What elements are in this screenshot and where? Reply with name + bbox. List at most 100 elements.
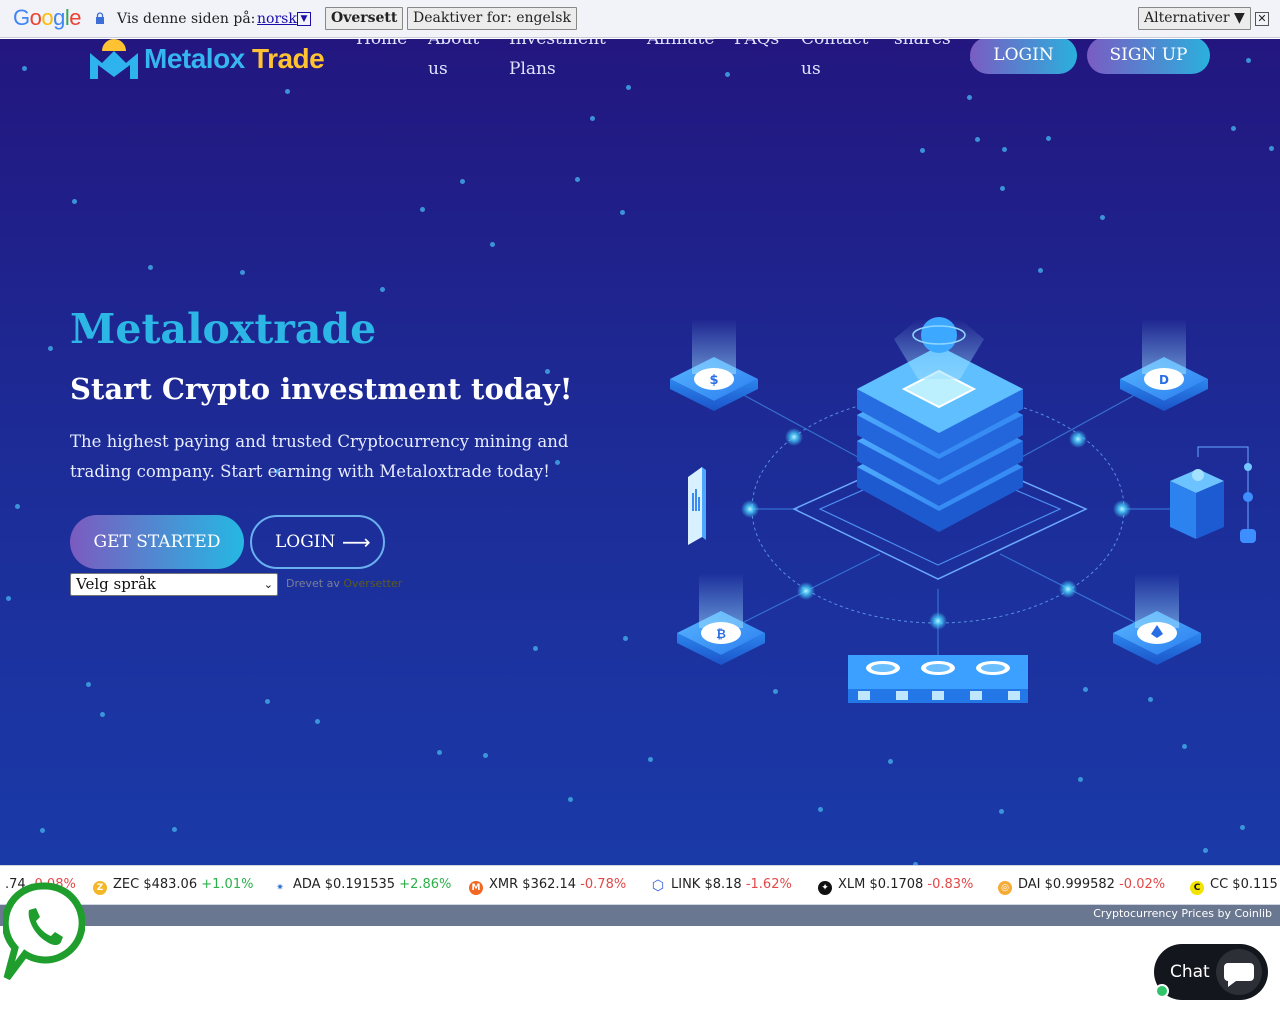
nav-shares[interactable]: shares — [894, 39, 951, 54]
star-decoration — [148, 265, 153, 270]
star-decoration — [48, 346, 53, 351]
star-decoration — [888, 759, 893, 764]
star-decoration — [437, 750, 442, 755]
star-decoration — [1038, 268, 1043, 273]
dash-tile-icon: D — [1120, 319, 1208, 411]
nav-contact[interactable]: Contact us — [801, 39, 869, 84]
logo-text-1: Metalox — [144, 43, 245, 74]
star-decoration — [72, 199, 77, 204]
ticker-credit-link[interactable]: Cryptocurrency Prices by Coinlib — [0, 905, 1280, 926]
star-decoration — [15, 504, 20, 509]
star-decoration — [1246, 58, 1251, 63]
arrow-right-icon: ⟶ — [342, 530, 371, 554]
dollar-tile-icon: $ — [670, 319, 758, 411]
star-decoration — [265, 699, 270, 704]
header-login-button[interactable]: LOGIN — [970, 39, 1077, 74]
star-decoration — [1078, 777, 1083, 782]
star-decoration — [575, 177, 580, 182]
cc-coin-icon: C — [1190, 881, 1204, 895]
ticker-item-link[interactable]: ⬡ LINK $8.18 -1.62% — [651, 877, 792, 893]
star-decoration — [40, 828, 45, 833]
phone-chart-icon — [688, 467, 706, 545]
language-select[interactable]: Velg språk ⌄ — [70, 573, 278, 596]
nav-faqs[interactable]: FAQs — [734, 39, 779, 54]
server-stack-icon — [857, 317, 1023, 532]
google-logo: Google — [13, 5, 82, 30]
star-decoration — [1002, 147, 1007, 152]
translate-link[interactable]: Oversetter — [343, 577, 402, 590]
logo-emblem-icon — [90, 39, 138, 79]
nav-about[interactable]: About us — [428, 39, 479, 84]
hero-login-button[interactable]: LOGIN ⟶ — [250, 515, 385, 569]
star-decoration — [285, 89, 290, 94]
ticker-item-ada[interactable]: ✷ ADA $0.191535 +2.86% — [273, 877, 451, 895]
star-decoration — [920, 148, 925, 153]
star-decoration — [623, 636, 628, 641]
star-decoration — [648, 757, 653, 762]
star-decoration — [240, 270, 245, 275]
star-decoration — [380, 287, 385, 292]
ticker-item-xmr[interactable]: M XMR $362.14 -0.78% — [469, 877, 626, 895]
logo-text-2: Trade — [252, 43, 325, 74]
disable-translation-button[interactable]: Deaktiver for: engelsk — [407, 7, 577, 30]
get-started-button[interactable]: GET STARTED — [70, 515, 244, 569]
translate-button[interactable]: Oversett — [325, 7, 404, 30]
svg-text:D: D — [1159, 373, 1169, 387]
star-decoration — [818, 807, 823, 812]
star-decoration — [568, 797, 573, 802]
svg-text:$: $ — [709, 373, 718, 388]
star-decoration — [483, 753, 488, 758]
monero-icon: M — [469, 881, 483, 895]
chat-widget-button[interactable]: Chat — [1154, 944, 1268, 1000]
star-decoration — [1000, 186, 1005, 191]
online-status-dot — [1155, 984, 1169, 998]
star-decoration — [967, 95, 972, 100]
close-icon[interactable]: ✕ — [1255, 12, 1269, 26]
ethereum-tile-icon — [1113, 573, 1201, 665]
mining-rig-icon — [848, 655, 1028, 703]
star-decoration — [533, 646, 538, 651]
nav-home[interactable]: Home — [356, 39, 407, 54]
star-decoration — [1240, 825, 1245, 830]
header-signup-button[interactable]: SIGN UP — [1087, 39, 1210, 74]
star-decoration — [1203, 848, 1208, 853]
star-decoration — [22, 66, 27, 71]
star-decoration — [590, 116, 595, 121]
svg-text:₿: ₿ — [716, 627, 726, 641]
hero-section: Metalox Trade Home About us Investment Pla… — [0, 39, 1280, 865]
donation-box-icon — [1170, 446, 1256, 543]
star-decoration — [1182, 744, 1187, 749]
language-dropdown-icon[interactable]: ▼ — [297, 12, 311, 26]
star-decoration — [315, 719, 320, 724]
chevron-down-icon: ⌄ — [263, 578, 273, 591]
powered-by-translate: Drevet av Oversetter — [286, 577, 403, 590]
crypto-price-ticker: .74 -0.08% ZZEC $483.06 +1.01% ✷ADA $0.1… — [0, 865, 1280, 905]
language-link[interactable]: norsk — [257, 11, 297, 27]
ticker-item-zec[interactable]: Z ZEC $483.06 +1.01% — [93, 877, 253, 895]
ticker-item-dai[interactable]: ◎ DAI $0.999582 -0.02% — [998, 877, 1165, 895]
star-decoration — [6, 596, 11, 601]
translate-bar: Google Vis denne siden på: norsk ▼ Overs… — [0, 0, 1280, 38]
whatsapp-icon[interactable] — [3, 882, 85, 982]
star-decoration — [100, 712, 105, 717]
crypto-mining-illustration: $ D ₿ — [670, 317, 1256, 703]
ticker-item-xlm[interactable]: ✦ XLM $0.1708 -0.83% — [818, 877, 973, 895]
star-decoration — [1269, 146, 1274, 151]
nav-investment-plans[interactable]: Investment Plans — [509, 39, 606, 84]
nav-affiliate[interactable]: Affiliate — [647, 39, 714, 54]
star-decoration — [460, 179, 465, 184]
site-logo[interactable]: Metalox Trade — [86, 39, 356, 83]
dai-icon: ◎ — [998, 881, 1012, 895]
star-decoration — [999, 809, 1004, 814]
chat-label: Chat — [1170, 962, 1210, 982]
hero-description: The highest paying and trusted Cryptocur… — [70, 432, 569, 481]
star-decoration — [1100, 215, 1105, 220]
chainlink-icon: ⬡ — [651, 878, 665, 894]
star-decoration — [626, 85, 631, 90]
stellar-icon: ✦ — [818, 881, 832, 895]
translate-prompt: Vis denne siden på: — [117, 11, 256, 27]
lock-icon — [96, 12, 104, 24]
star-decoration — [620, 210, 625, 215]
ticker-item-cc[interactable]: C CC $0.115 — [1190, 877, 1278, 895]
options-button[interactable]: Alternativer ▼ — [1138, 7, 1251, 30]
